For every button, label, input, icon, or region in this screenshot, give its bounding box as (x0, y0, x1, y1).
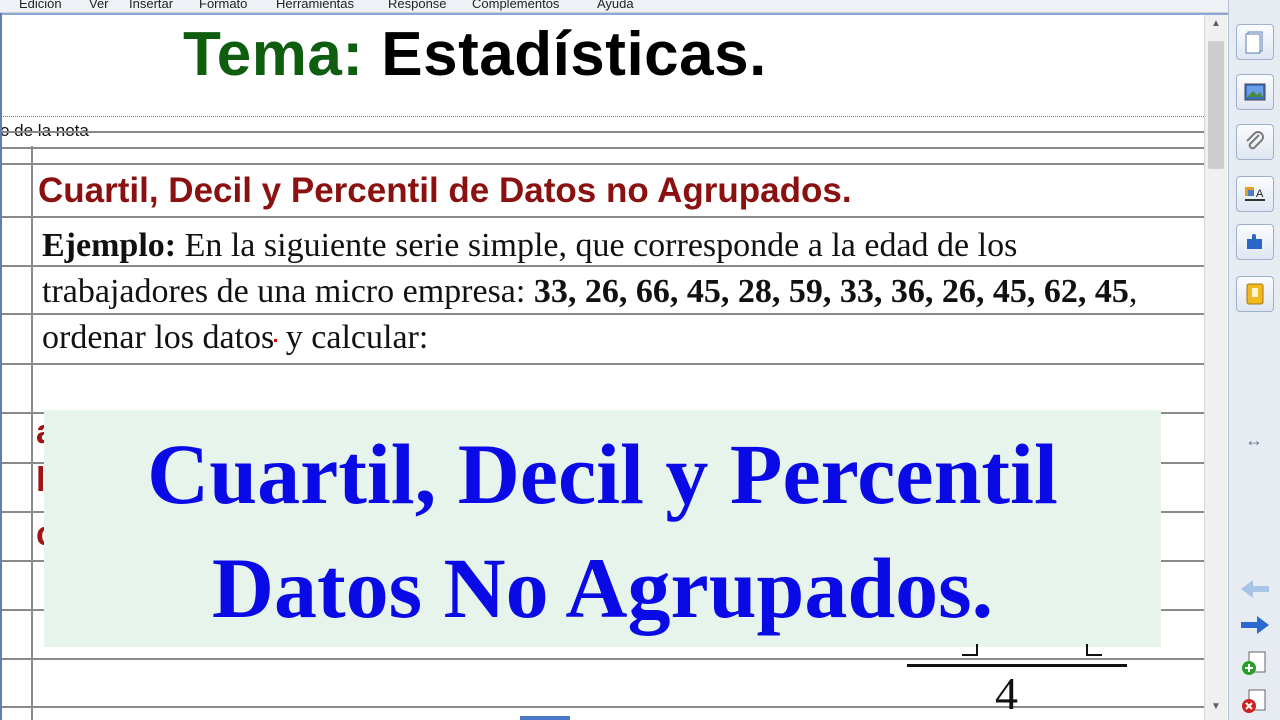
resize-icon[interactable]: ↔ (1245, 430, 1263, 451)
window-frame-left (0, 13, 2, 720)
attach-icon (1246, 131, 1264, 150)
taskbar-glimpse (520, 716, 570, 720)
scroll-down-icon[interactable]: ▼ (1205, 698, 1227, 716)
gallery-icon (1246, 283, 1264, 305)
math-paren (1086, 644, 1102, 656)
text-format-icon: A (1245, 187, 1265, 201)
menu-formato[interactable]: Formato (199, 0, 247, 11)
page-title: Tema: Estadísticas. (183, 19, 767, 90)
delete-page-icon[interactable] (1241, 688, 1269, 719)
gallery-button[interactable] (1236, 74, 1274, 110)
attachments-button[interactable] (1236, 124, 1274, 160)
ruled-line (0, 216, 1204, 218)
menu-complementos[interactable]: Complementos (472, 0, 559, 11)
addons-button[interactable] (1236, 224, 1274, 260)
example-paragraph: Ejemplo: En la siguiente serie simple, q… (42, 223, 1162, 361)
overlay-line-2: Datos No Agrupados. (211, 540, 994, 636)
menu-herramientas[interactable]: Herramientas (276, 0, 354, 11)
ruled-line (0, 163, 1204, 165)
properties-button[interactable]: A (1236, 176, 1274, 212)
tool-panel: A ↔ (1228, 0, 1280, 720)
lesson-activity-button[interactable] (1236, 276, 1274, 312)
image-icon (1244, 83, 1266, 101)
scroll-up-icon[interactable]: ▲ (1205, 15, 1227, 33)
section-heading: Cuartil, Decil y Percentil de Datos no A… (38, 171, 852, 210)
menu-insertar[interactable]: Insertar (129, 0, 173, 11)
ruled-line (0, 658, 1204, 660)
fraction-denominator: 4 (995, 668, 1018, 719)
menu-bar: Edición Ver Insertar Formato Herramienta… (0, 0, 1228, 13)
ruled-line (0, 131, 1204, 133)
title-topic-value: Estadísticas. (381, 20, 767, 89)
page-icon (1245, 31, 1263, 54)
ruled-line (0, 147, 1204, 149)
ruled-line (0, 363, 1204, 365)
scroll-thumb[interactable] (1208, 41, 1224, 169)
overlay-line-1: Cuartil, Decil y Percentil (147, 426, 1058, 522)
title-divider (0, 116, 1204, 117)
example-data: 33, 26, 66, 45, 28, 59, 33, 36, 26, 45, … (533, 273, 1129, 310)
ruled-line (0, 706, 1204, 708)
page-sorter-button[interactable] (1236, 24, 1274, 60)
margin-line (31, 146, 33, 720)
menu-edicion[interactable]: Edición (19, 0, 62, 11)
add-page-icon[interactable] (1241, 650, 1269, 681)
title-overlay-banner: Cuartil, Decil y Percentil Datos No Agru… (44, 410, 1161, 647)
example-text-3: y calcular: (277, 319, 429, 356)
forward-arrow-icon[interactable] (1239, 614, 1271, 641)
math-paren (962, 644, 978, 656)
svg-text:A: A (1256, 188, 1264, 200)
menu-ayuda[interactable]: Ayuda (597, 0, 634, 11)
notebook-page[interactable]: Tema: Estadísticas. o de la nota Cuartil… (0, 15, 1204, 720)
back-arrow-icon[interactable] (1239, 578, 1271, 605)
menu-ver[interactable]: Ver (89, 0, 109, 11)
example-label: Ejemplo: (42, 227, 177, 264)
title-topic-label: Tema: (183, 20, 364, 89)
vertical-scrollbar[interactable]: ▲ ▼ (1204, 15, 1227, 720)
puzzle-icon (1247, 234, 1262, 249)
menu-response[interactable]: Response (388, 0, 447, 11)
